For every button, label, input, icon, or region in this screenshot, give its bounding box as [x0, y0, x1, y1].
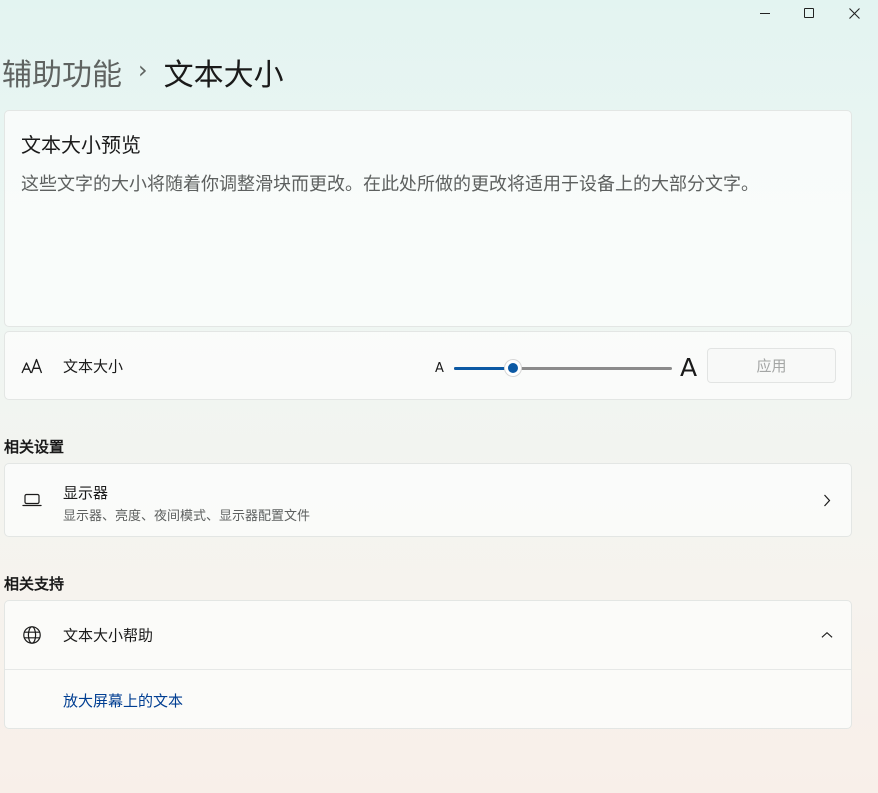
text-size-setting-card: 文本大小 A A 应用 [4, 331, 852, 400]
display-title: 显示器 [63, 484, 109, 502]
text-size-help-expander[interactable]: 文本大小帮助 [5, 601, 851, 669]
text-size-icon [21, 355, 43, 377]
laptop-icon [21, 489, 43, 511]
chevron-up-icon [821, 629, 833, 641]
display-settings-link[interactable]: 显示器 显示器、亮度、夜间模式、显示器配置文件 [4, 463, 852, 537]
text-size-preview-card: 文本大小预览 这些文字的大小将随着你调整滑块而更改。在此处所做的更改将适用于设备… [4, 110, 852, 327]
apply-button[interactable]: 应用 [707, 348, 836, 383]
related-support-heading: 相关支持 [4, 575, 65, 593]
related-settings-heading: 相关设置 [4, 438, 65, 456]
enlarge-screen-text-link[interactable]: 放大屏幕上的文本 [63, 690, 183, 711]
close-button[interactable] [832, 0, 876, 26]
slider-min-marker: A [435, 361, 444, 376]
globe-icon [21, 624, 43, 646]
chevron-right-icon [821, 494, 833, 506]
help-divider [5, 669, 851, 670]
slider-thumb[interactable] [504, 359, 522, 377]
breadcrumb-separator: › [138, 56, 148, 84]
breadcrumb: 辅助功能 › 文本大小 [2, 50, 284, 94]
text-size-help-card: 文本大小帮助 放大屏幕上的文本 [4, 600, 852, 729]
preview-title: 文本大小预览 [21, 133, 141, 157]
breadcrumb-parent-link[interactable]: 辅助功能 [2, 50, 122, 94]
maximize-icon [804, 8, 814, 18]
minimize-icon [760, 12, 770, 14]
preview-text: 这些文字的大小将随着你调整滑块而更改。在此处所做的更改将适用于设备上的大部分文字… [21, 174, 759, 195]
close-icon [848, 7, 860, 19]
page-title: 文本大小 [163, 58, 284, 93]
slider-thumb-dot [508, 363, 518, 373]
display-subtitle: 显示器、亮度、夜间模式、显示器配置文件 [63, 509, 311, 524]
text-size-slider[interactable] [454, 356, 672, 380]
slider-max-marker: A [680, 353, 698, 382]
maximize-button[interactable] [787, 0, 831, 26]
text-size-label: 文本大小 [63, 357, 124, 375]
minimize-button[interactable] [743, 0, 787, 26]
text-size-help-title: 文本大小帮助 [63, 626, 154, 645]
